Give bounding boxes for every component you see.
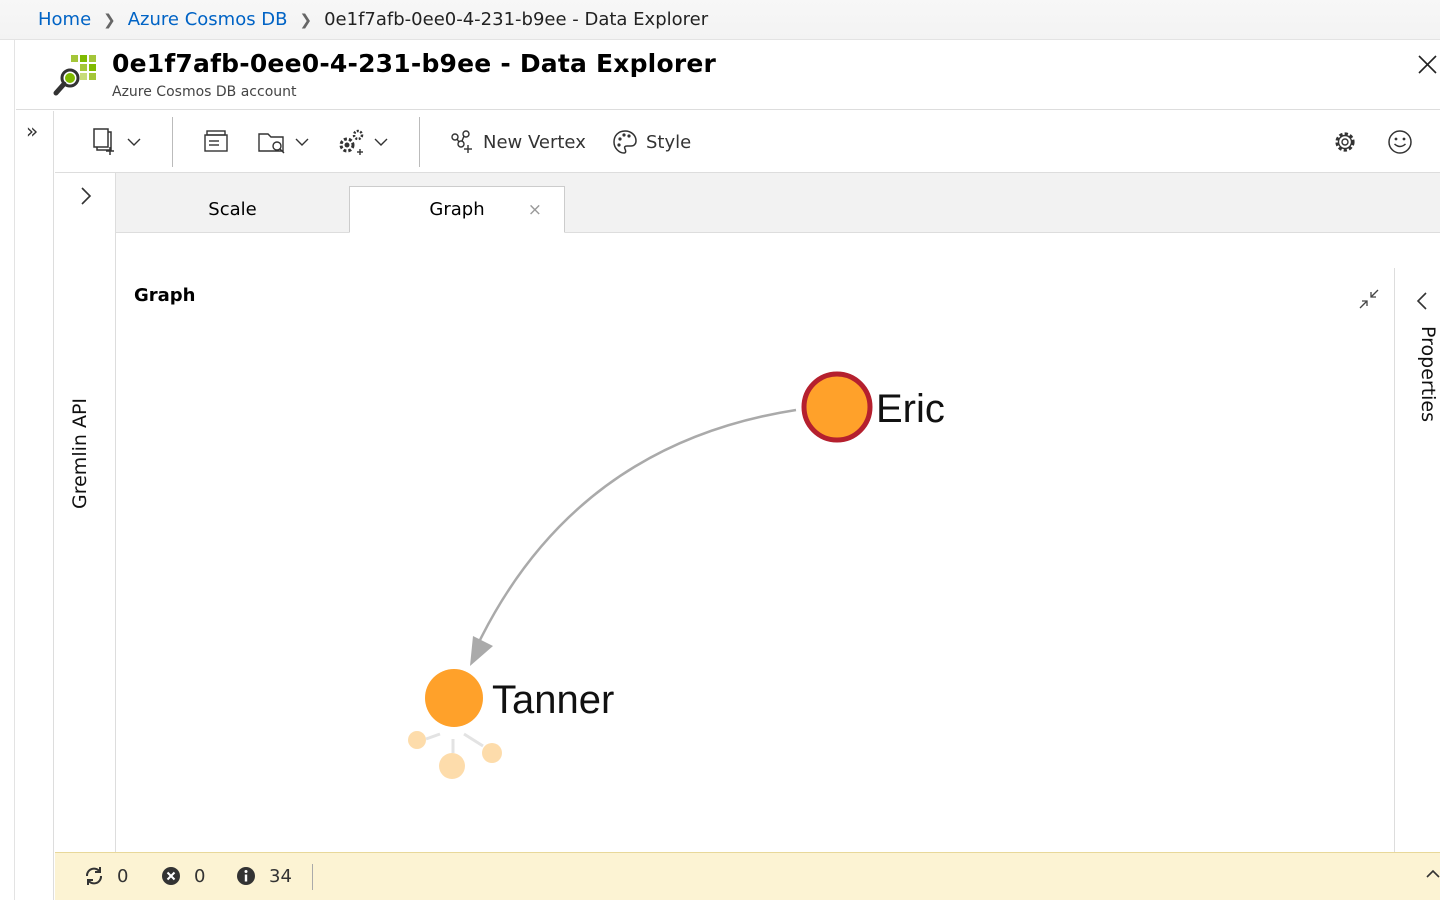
expand-neighbors-icon[interactable] xyxy=(408,731,502,779)
chevron-right-icon[interactable] xyxy=(79,185,93,207)
gear-icon xyxy=(1335,132,1355,152)
style-button[interactable]: Style xyxy=(612,123,691,161)
new-vertex-label: New Vertex xyxy=(483,131,586,153)
chevron-down-icon xyxy=(127,138,141,146)
settings-menu-button[interactable] xyxy=(336,123,388,161)
in-progress-value: 0 xyxy=(117,865,129,887)
gears-icon xyxy=(339,129,364,155)
toolbar-divider xyxy=(419,117,420,167)
new-vertex-button[interactable]: New Vertex xyxy=(449,123,586,161)
node-label-tanner: Tanner xyxy=(492,678,614,722)
chevron-right-icon: ❯ xyxy=(299,10,313,29)
tab-scale[interactable]: Scale xyxy=(116,186,349,233)
palette-icon xyxy=(613,130,637,154)
status-divider xyxy=(312,864,313,890)
info-icon xyxy=(237,867,255,885)
new-container-button[interactable] xyxy=(93,123,141,161)
new-container-icon xyxy=(93,128,114,155)
properties-label[interactable]: Properties xyxy=(1417,326,1439,422)
refresh-icon xyxy=(86,867,102,885)
tab-graph-label: Graph xyxy=(429,199,485,220)
info-count[interactable]: 34 xyxy=(235,865,292,887)
command-bar: New Vertex Style xyxy=(55,111,1440,173)
breadcrumb-home-link[interactable]: Home xyxy=(38,9,91,30)
info-value: 34 xyxy=(269,865,292,887)
chevron-left-icon[interactable] xyxy=(1415,290,1429,312)
graph-edge[interactable] xyxy=(477,408,797,643)
graph-node-eric[interactable]: Eric xyxy=(801,371,945,443)
breadcrumb-current: 0e1f7afb-0ee0-4-231-b9ee - Data Explorer xyxy=(324,9,709,30)
breadcrumb-cosmos-link[interactable]: Azure Cosmos DB xyxy=(128,9,288,30)
new-graph-icon xyxy=(204,130,228,152)
close-icon[interactable]: × xyxy=(528,200,542,220)
left-strip xyxy=(0,40,15,900)
chevron-down-icon xyxy=(374,138,388,146)
edge-arrowhead xyxy=(470,636,493,666)
smiley-icon xyxy=(1388,130,1412,154)
error-count[interactable]: 0 xyxy=(160,865,205,887)
style-label: Style xyxy=(646,131,692,153)
double-chevron-right-icon[interactable]: » xyxy=(26,119,38,143)
resource-menu-collapsed: » xyxy=(16,111,54,900)
tab-graph[interactable]: Graph × xyxy=(349,186,565,233)
feedback-button[interactable] xyxy=(1387,123,1413,161)
data-explorer-icon xyxy=(53,55,96,96)
graph-canvas[interactable]: Eric Tanner xyxy=(117,234,1395,851)
breadcrumb: Home ❯ Azure Cosmos DB ❯ 0e1f7afb-0ee0-4… xyxy=(0,0,1440,40)
resource-tree-collapsed: Gremlin API xyxy=(55,173,116,852)
chevron-up-icon[interactable] xyxy=(1426,867,1440,881)
tab-strip: Scale Graph × xyxy=(116,173,1440,233)
graph-panel: Graph Eric Tanner xyxy=(117,234,1395,851)
page-title: 0e1f7afb-0ee0-4-231-b9ee - Data Explorer xyxy=(112,49,717,78)
node-label-eric: Eric xyxy=(876,387,945,431)
new-graph-button[interactable] xyxy=(203,123,229,161)
chevron-down-icon xyxy=(295,138,309,146)
properties-panel-collapsed: Properties xyxy=(1394,268,1440,852)
new-vertex-icon xyxy=(451,130,472,153)
tab-scale-label: Scale xyxy=(208,199,257,220)
open-query-button[interactable] xyxy=(257,123,309,161)
graph-node-tanner[interactable]: Tanner xyxy=(425,669,614,727)
folder-search-icon xyxy=(258,133,285,154)
in-progress-count[interactable]: 0 xyxy=(83,865,128,887)
page-subtitle: Azure Cosmos DB account xyxy=(112,84,297,100)
error-icon xyxy=(162,867,180,885)
notification-bar[interactable]: 0 0 34 xyxy=(55,852,1440,900)
error-value: 0 xyxy=(194,865,206,887)
resource-header: 0e1f7afb-0ee0-4-231-b9ee - Data Explorer… xyxy=(16,41,1440,110)
toolbar-divider xyxy=(172,117,173,167)
chevron-right-icon: ❯ xyxy=(103,10,116,29)
close-icon[interactable] xyxy=(1414,51,1440,77)
settings-button[interactable] xyxy=(1332,123,1358,161)
gremlin-api-label[interactable]: Gremlin API xyxy=(69,398,91,509)
